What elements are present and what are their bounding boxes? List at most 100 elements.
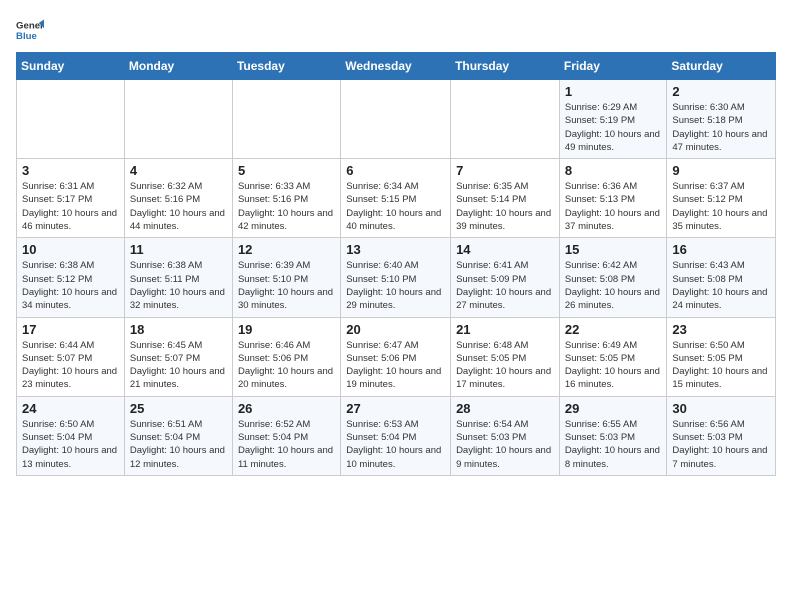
day-info: Sunrise: 6:38 AM Sunset: 5:11 PM Dayligh…: [130, 259, 227, 312]
day-info: Sunrise: 6:50 AM Sunset: 5:05 PM Dayligh…: [672, 339, 770, 392]
day-cell: 16 Sunrise: 6:43 AM Sunset: 5:08 PM Dayli…: [667, 238, 776, 317]
day-number: 27: [346, 401, 445, 416]
day-cell: 2Sunrise: 6:30 AM Sunset: 5:18 PM Daylig…: [667, 80, 776, 159]
week-row-1: 1 Sunrise: 6:29 AM Sunset: 5:19 PM Daylig…: [17, 80, 776, 159]
day-cell: 20 Sunrise: 6:47 AM Sunset: 5:06 PM Dayli…: [341, 317, 451, 396]
day-cell: 3 Sunrise: 6:31 AM Sunset: 5:17 PM Daylig…: [17, 159, 125, 238]
day-cell: 7 Sunrise: 6:35 AM Sunset: 5:14 PM Daylig…: [451, 159, 560, 238]
svg-text:Blue: Blue: [16, 31, 37, 42]
day-cell: 24 Sunrise: 6:50 AM Sunset: 5:04 PM Dayli…: [17, 396, 125, 475]
day-info: Sunrise: 6:43 AM Sunset: 5:08 PM Dayligh…: [672, 259, 770, 312]
week-row-2: 3 Sunrise: 6:31 AM Sunset: 5:17 PM Daylig…: [17, 159, 776, 238]
weekday-header-row: SundayMondayTuesdayWednesdayThursdayFrid…: [17, 53, 776, 80]
day-info: Sunrise: 6:55 AM Sunset: 5:03 PM Dayligh…: [565, 418, 662, 471]
day-info: Sunrise: 6:47 AM Sunset: 5:06 PM Dayligh…: [346, 339, 445, 392]
day-cell: 26 Sunrise: 6:52 AM Sunset: 5:04 PM Dayli…: [232, 396, 340, 475]
day-info: Sunrise: 6:35 AM Sunset: 5:14 PM Dayligh…: [456, 180, 554, 233]
day-cell: 22 Sunrise: 6:49 AM Sunset: 5:05 PM Dayli…: [559, 317, 667, 396]
day-info: Sunrise: 6:42 AM Sunset: 5:08 PM Dayligh…: [565, 259, 662, 312]
weekday-monday: Monday: [124, 53, 232, 80]
day-number: 3: [22, 163, 119, 178]
day-number: 18: [130, 322, 227, 337]
day-info: Sunrise: 6:52 AM Sunset: 5:04 PM Dayligh…: [238, 418, 335, 471]
day-info: Sunrise: 6:45 AM Sunset: 5:07 PM Dayligh…: [130, 339, 227, 392]
day-info: Sunrise: 6:56 AM Sunset: 5:03 PM Dayligh…: [672, 418, 770, 471]
day-info: Sunrise: 6:36 AM Sunset: 5:13 PM Dayligh…: [565, 180, 662, 233]
day-number: 30: [672, 401, 770, 416]
day-info: Sunrise: 6:48 AM Sunset: 5:05 PM Dayligh…: [456, 339, 554, 392]
day-info: Sunrise: 6:54 AM Sunset: 5:03 PM Dayligh…: [456, 418, 554, 471]
day-cell: [124, 80, 232, 159]
weekday-thursday: Thursday: [451, 53, 560, 80]
day-info: Sunrise: 6:31 AM Sunset: 5:17 PM Dayligh…: [22, 180, 119, 233]
day-number: 29: [565, 401, 662, 416]
weekday-tuesday: Tuesday: [232, 53, 340, 80]
day-cell: 11 Sunrise: 6:38 AM Sunset: 5:11 PM Dayli…: [124, 238, 232, 317]
day-cell: 12 Sunrise: 6:39 AM Sunset: 5:10 PM Dayli…: [232, 238, 340, 317]
logo-icon: General Blue: [16, 16, 44, 44]
day-cell: 8 Sunrise: 6:36 AM Sunset: 5:13 PM Daylig…: [559, 159, 667, 238]
day-number: 11: [130, 242, 227, 257]
day-cell: 4 Sunrise: 6:32 AM Sunset: 5:16 PM Daylig…: [124, 159, 232, 238]
day-number: 10: [22, 242, 119, 257]
day-cell: [451, 80, 560, 159]
day-cell: 30 Sunrise: 6:56 AM Sunset: 5:03 PM Dayli…: [667, 396, 776, 475]
day-cell: 19Sunrise: 6:46 AM Sunset: 5:06 PM Dayli…: [232, 317, 340, 396]
day-cell: 6Sunrise: 6:34 AM Sunset: 5:15 PM Daylig…: [341, 159, 451, 238]
calendar-table: SundayMondayTuesdayWednesdayThursdayFrid…: [16, 52, 776, 476]
day-cell: 15 Sunrise: 6:42 AM Sunset: 5:08 PM Dayli…: [559, 238, 667, 317]
week-row-5: 24 Sunrise: 6:50 AM Sunset: 5:04 PM Dayli…: [17, 396, 776, 475]
day-number: 19: [238, 322, 335, 337]
svg-text:General: General: [16, 20, 44, 31]
day-number: 5: [238, 163, 335, 178]
day-number: 15: [565, 242, 662, 257]
day-number: 24: [22, 401, 119, 416]
day-info: Sunrise: 6:50 AM Sunset: 5:04 PM Dayligh…: [22, 418, 119, 471]
day-cell: 17Sunrise: 6:44 AM Sunset: 5:07 PM Dayli…: [17, 317, 125, 396]
day-number: 25: [130, 401, 227, 416]
day-number: 1: [565, 84, 662, 99]
day-info: Sunrise: 6:53 AM Sunset: 5:04 PM Dayligh…: [346, 418, 445, 471]
day-number: 22: [565, 322, 662, 337]
week-row-4: 17Sunrise: 6:44 AM Sunset: 5:07 PM Dayli…: [17, 317, 776, 396]
day-cell: [17, 80, 125, 159]
day-info: Sunrise: 6:29 AM Sunset: 5:19 PM Dayligh…: [565, 101, 662, 154]
day-number: 4: [130, 163, 227, 178]
day-cell: 10 Sunrise: 6:38 AM Sunset: 5:12 PM Dayli…: [17, 238, 125, 317]
day-number: 20: [346, 322, 445, 337]
day-cell: 23 Sunrise: 6:50 AM Sunset: 5:05 PM Dayli…: [667, 317, 776, 396]
day-number: 2: [672, 84, 770, 99]
day-cell: 18 Sunrise: 6:45 AM Sunset: 5:07 PM Dayli…: [124, 317, 232, 396]
day-cell: 1 Sunrise: 6:29 AM Sunset: 5:19 PM Daylig…: [559, 80, 667, 159]
day-cell: [341, 80, 451, 159]
day-number: 9: [672, 163, 770, 178]
day-info: Sunrise: 6:41 AM Sunset: 5:09 PM Dayligh…: [456, 259, 554, 312]
weekday-wednesday: Wednesday: [341, 53, 451, 80]
day-info: Sunrise: 6:34 AM Sunset: 5:15 PM Dayligh…: [346, 180, 445, 233]
weekday-saturday: Saturday: [667, 53, 776, 80]
day-info: Sunrise: 6:32 AM Sunset: 5:16 PM Dayligh…: [130, 180, 227, 233]
day-info: Sunrise: 6:39 AM Sunset: 5:10 PM Dayligh…: [238, 259, 335, 312]
day-number: 7: [456, 163, 554, 178]
day-number: 14: [456, 242, 554, 257]
day-number: 12: [238, 242, 335, 257]
calendar-body: 1 Sunrise: 6:29 AM Sunset: 5:19 PM Daylig…: [17, 80, 776, 476]
day-cell: 14 Sunrise: 6:41 AM Sunset: 5:09 PM Dayli…: [451, 238, 560, 317]
weekday-friday: Friday: [559, 53, 667, 80]
day-number: 17: [22, 322, 119, 337]
day-info: Sunrise: 6:38 AM Sunset: 5:12 PM Dayligh…: [22, 259, 119, 312]
day-number: 23: [672, 322, 770, 337]
day-cell: 29 Sunrise: 6:55 AM Sunset: 5:03 PM Dayli…: [559, 396, 667, 475]
day-cell: 5Sunrise: 6:33 AM Sunset: 5:16 PM Daylig…: [232, 159, 340, 238]
day-info: Sunrise: 6:40 AM Sunset: 5:10 PM Dayligh…: [346, 259, 445, 312]
day-info: Sunrise: 6:49 AM Sunset: 5:05 PM Dayligh…: [565, 339, 662, 392]
day-info: Sunrise: 6:51 AM Sunset: 5:04 PM Dayligh…: [130, 418, 227, 471]
logo: General Blue: [16, 16, 48, 44]
day-cell: 27 Sunrise: 6:53 AM Sunset: 5:04 PM Dayli…: [341, 396, 451, 475]
day-number: 16: [672, 242, 770, 257]
day-number: 26: [238, 401, 335, 416]
day-cell: 9Sunrise: 6:37 AM Sunset: 5:12 PM Daylig…: [667, 159, 776, 238]
day-cell: [232, 80, 340, 159]
day-number: 8: [565, 163, 662, 178]
day-cell: 13Sunrise: 6:40 AM Sunset: 5:10 PM Dayli…: [341, 238, 451, 317]
